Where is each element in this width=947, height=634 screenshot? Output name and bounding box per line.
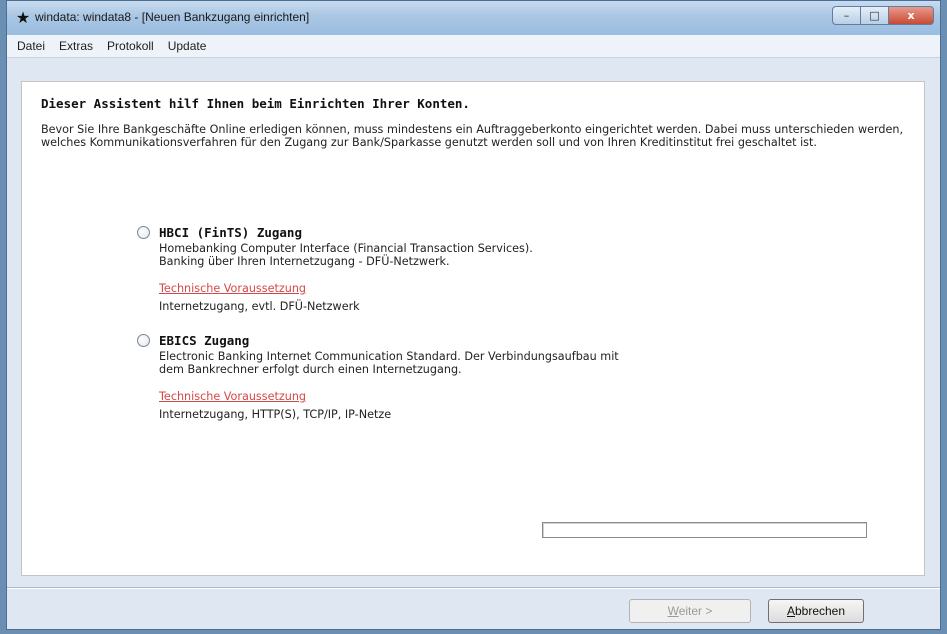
option-hbci-desc-line2: Banking über Ihren Internetzugang - DFÜ-… bbox=[159, 255, 450, 268]
next-button-mnemonic: W bbox=[667, 604, 679, 618]
minimize-button[interactable]: – bbox=[832, 6, 860, 25]
next-button-label: eiter > bbox=[678, 604, 713, 618]
cancel-button-mnemonic: A bbox=[786, 604, 795, 618]
option-ebics-description: Electronic Banking Internet Communicatio… bbox=[159, 350, 739, 376]
radio-ebics[interactable] bbox=[137, 334, 150, 347]
windata-star-icon: ★ bbox=[15, 8, 31, 27]
option-hbci-requirements: Internetzugang, evtl. DFÜ-Netzwerk bbox=[159, 300, 360, 313]
option-hbci-title[interactable]: HBCI (FinTS) Zugang bbox=[159, 225, 302, 240]
option-ebics-requirements: Internetzugang, HTTP(S), TCP/IP, IP-Netz… bbox=[159, 408, 392, 421]
window-title: windata: windata8 - [Neuen Bankzugang ei… bbox=[35, 10, 310, 24]
menu-extras[interactable]: Extras bbox=[52, 39, 100, 53]
progress-bar bbox=[542, 522, 867, 538]
next-button[interactable]: Weiter > bbox=[629, 599, 751, 623]
option-ebics-desc-line1: Electronic Banking Internet Communicatio… bbox=[159, 350, 619, 363]
wizard-heading: Dieser Assistent hilf Ihnen beim Einrich… bbox=[41, 96, 470, 111]
option-hbci-desc-line1: Homebanking Computer Interface (Financia… bbox=[159, 242, 533, 255]
menu-update[interactable]: Update bbox=[161, 39, 214, 53]
option-hbci-requirements-link[interactable]: Technische Voraussetzung bbox=[159, 282, 306, 295]
option-hbci-description: Homebanking Computer Interface (Financia… bbox=[159, 242, 739, 268]
option-ebics-requirements-link[interactable]: Technische Voraussetzung bbox=[159, 390, 306, 403]
cancel-button[interactable]: Abbrechen bbox=[768, 599, 864, 623]
menu-datei[interactable]: Datei bbox=[7, 39, 52, 53]
menu-bar: Datei Extras Protokoll Update bbox=[7, 35, 940, 58]
cancel-button-label: bbrechen bbox=[794, 604, 846, 618]
option-ebics-desc-line2: dem Bankrechner erfolgt durch einen Inte… bbox=[159, 363, 462, 376]
close-button[interactable]: x bbox=[888, 6, 934, 25]
wizard-panel: Dieser Assistent hilf Ihnen beim Einrich… bbox=[21, 81, 925, 576]
radio-hbci[interactable] bbox=[137, 226, 150, 239]
app-window: ★ windata: windata8 - [Neuen Bankzugang … bbox=[6, 0, 941, 630]
footer-divider bbox=[7, 587, 940, 589]
window-controls: – □ x bbox=[832, 6, 934, 26]
menu-protokoll[interactable]: Protokoll bbox=[100, 39, 161, 53]
option-ebics-title[interactable]: EBICS Zugang bbox=[159, 333, 249, 348]
maximize-button[interactable]: □ bbox=[860, 6, 888, 25]
wizard-intro: Bevor Sie Ihre Bankgeschäfte Online erle… bbox=[41, 123, 904, 149]
title-bar[interactable]: ★ windata: windata8 - [Neuen Bankzugang … bbox=[7, 1, 940, 36]
